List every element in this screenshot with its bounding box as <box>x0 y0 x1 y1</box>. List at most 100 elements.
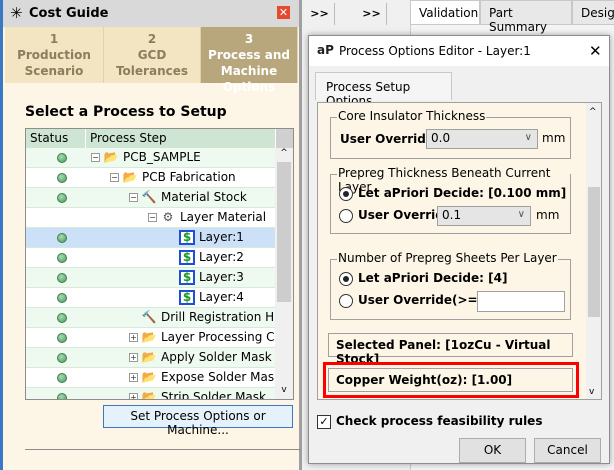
collapse-icon[interactable]: − <box>110 173 119 182</box>
expand-button-1[interactable]: >> <box>305 3 335 25</box>
status-ok-icon <box>57 153 67 163</box>
column-header-process-step[interactable]: Process Step <box>86 129 276 148</box>
column-header-status[interactable]: Status <box>26 129 86 148</box>
scroll-thumb[interactable] <box>588 187 600 317</box>
status-ok-icon <box>57 173 67 183</box>
tree-item-label: Drill Registration Hol <box>161 310 285 324</box>
group-legend: Core Insulator Thickness <box>337 109 487 123</box>
tree-item-label: Layer:4 <box>199 290 244 304</box>
tree-row[interactable]: + 📂 Layer Processing Cyc <box>26 328 288 348</box>
tree-row[interactable]: − ⚙ Layer Material <box>26 208 276 228</box>
tab-production-scenario[interactable]: 1 Production Scenario <box>5 27 104 83</box>
tab-number: 2 <box>147 32 157 46</box>
user-override-label: User Override: <box>340 132 439 146</box>
tab-part-summary[interactable]: Part Summary <box>480 0 572 34</box>
tab-number: 3 <box>244 32 254 46</box>
hammer-icon: 🔨 <box>141 310 157 324</box>
tree-item-label: PCB Fabrication <box>142 170 236 184</box>
expand-icon[interactable]: + <box>129 373 138 382</box>
dialog-title: Process Options Editor - Layer:1 <box>339 44 531 58</box>
tab-label: Scenario <box>24 64 84 78</box>
options-scrollbar[interactable]: ^ v <box>586 103 601 399</box>
tab-process-machine-options[interactable]: 3 Process and Machine Options <box>201 27 298 94</box>
collapse-icon[interactable]: − <box>129 193 138 202</box>
status-ok-icon <box>57 253 67 263</box>
tree-row[interactable]: − 🔨 Material Stock <box>26 188 276 208</box>
radio-label: User Override(>=1): <box>358 293 497 307</box>
tab-number: 1 <box>49 32 59 46</box>
radio-let-apriori-decide[interactable] <box>339 272 353 286</box>
tree-item-label: Apply Solder Mask <box>161 350 272 364</box>
feasibility-label: Check process feasibility rules <box>336 414 543 428</box>
tree-row[interactable]: $ Layer:4 <box>26 288 276 308</box>
scroll-up-icon[interactable]: ^ <box>589 107 597 117</box>
cancel-button[interactable]: Cancel <box>534 438 601 463</box>
chevron-down-icon: ∨ <box>517 209 525 220</box>
tree-row[interactable]: 🔨 Drill Registration Hol <box>26 308 285 328</box>
expand-icon[interactable]: + <box>129 353 138 362</box>
header-corner <box>276 129 293 148</box>
tree-item-label: Layer:2 <box>199 250 244 264</box>
status-ok-icon <box>57 333 67 343</box>
tab-process-setup-options[interactable]: Process Setup Options <box>315 72 452 108</box>
tree-scrollbar[interactable]: ^ v <box>275 148 293 399</box>
tab-gcd-tolerances[interactable]: 2 GCD Tolerances <box>104 27 201 83</box>
status-ok-icon <box>57 293 67 303</box>
tree-row[interactable]: + 📂 Strip Solder Mask <box>26 388 276 400</box>
scroll-thumb[interactable] <box>277 162 291 302</box>
tree-row[interactable]: $ Layer:3 <box>26 268 276 288</box>
close-icon[interactable]: ✕ <box>277 6 290 19</box>
tree-item-label: Layer Material <box>180 210 267 224</box>
tab-label: Machine Options <box>220 64 278 94</box>
expand-icon[interactable]: + <box>129 393 138 399</box>
unit-label: mm <box>536 208 560 222</box>
chevron-down-icon: ∨ <box>524 132 532 143</box>
tree-row[interactable]: − 📂 PCB_SAMPLE <box>26 148 276 168</box>
apriori-logo: aP <box>317 43 334 57</box>
core-thickness-combo[interactable]: 0.0 ∨ <box>426 129 538 149</box>
feasibility-checkbox[interactable]: ✓ <box>317 415 331 429</box>
expand-button-2[interactable]: >> <box>357 3 387 25</box>
process-tree[interactable]: Status Process Step − 📂 PCB_SAMPLE − 📂 PCB Fa… <box>25 128 294 400</box>
prepreg-thickness-combo[interactable]: 0.1 ∨ <box>437 206 531 226</box>
combo-value: 0.0 <box>431 131 451 145</box>
ok-button[interactable]: OK <box>459 438 526 463</box>
radio-label: Let aPriori Decide: [0.100 mm] <box>358 186 567 200</box>
expand-icon[interactable]: + <box>129 333 138 342</box>
tab-label: Production <box>17 48 91 62</box>
tab-label: Tolerances <box>115 64 189 78</box>
tree-row[interactable]: $ Layer:1 <box>26 228 276 248</box>
tab-validation[interactable]: Validation <box>410 0 480 25</box>
collapse-icon[interactable]: − <box>91 153 100 162</box>
prepreg-sheets-group: Number of Prepreg Sheets Per Layer Let a… <box>330 251 571 320</box>
tree-row[interactable]: + 📂 Apply Solder Mask <box>26 348 276 368</box>
scroll-down-icon[interactable]: v <box>275 385 293 399</box>
scroll-up-icon[interactable]: ^ <box>275 148 293 162</box>
scroll-down-icon[interactable]: v <box>589 387 594 397</box>
status-ok-icon <box>57 373 67 383</box>
tree-item-label: Expose Solder Mask <box>161 370 282 384</box>
tree-item-label: Layer Processing Cyc <box>161 330 289 344</box>
folder-icon: 📂 <box>141 390 157 400</box>
tab-design[interactable]: Desig <box>572 0 614 25</box>
layer-icon: $ <box>179 230 195 245</box>
collapse-icon[interactable]: − <box>148 213 157 222</box>
tree-row[interactable]: + 📂 Expose Solder Mask <box>26 368 281 388</box>
unit-label: mm <box>542 131 566 145</box>
close-icon[interactable]: ✕ <box>589 42 602 60</box>
copper-weight-info: Copper Weight(oz): [1.00] <box>328 368 573 392</box>
radio-user-override[interactable] <box>339 209 353 223</box>
selected-panel-info: Selected Panel: [1ozCu - Virtual Stock] <box>328 333 573 366</box>
radio-let-apriori-decide[interactable] <box>339 187 353 201</box>
set-process-options-button[interactable]: Set Process Options or Machine... <box>103 405 293 437</box>
radio-user-override[interactable] <box>339 294 353 308</box>
prepreg-thickness-group: Prepreg Thickness Beneath Current Layer … <box>330 166 571 234</box>
layer-icon: $ <box>179 250 195 265</box>
layer-icon: $ <box>179 270 195 285</box>
folder-icon: 📂 <box>103 150 119 164</box>
tree-row[interactable]: − 📂 PCB Fabrication <box>26 168 276 188</box>
status-ok-icon <box>57 313 67 323</box>
prepreg-sheets-input[interactable] <box>477 291 565 312</box>
process-options-editor-dialog: aP Process Options Editor - Layer:1 ✕ Pr… <box>308 35 610 464</box>
tree-row[interactable]: $ Layer:2 <box>26 248 276 268</box>
